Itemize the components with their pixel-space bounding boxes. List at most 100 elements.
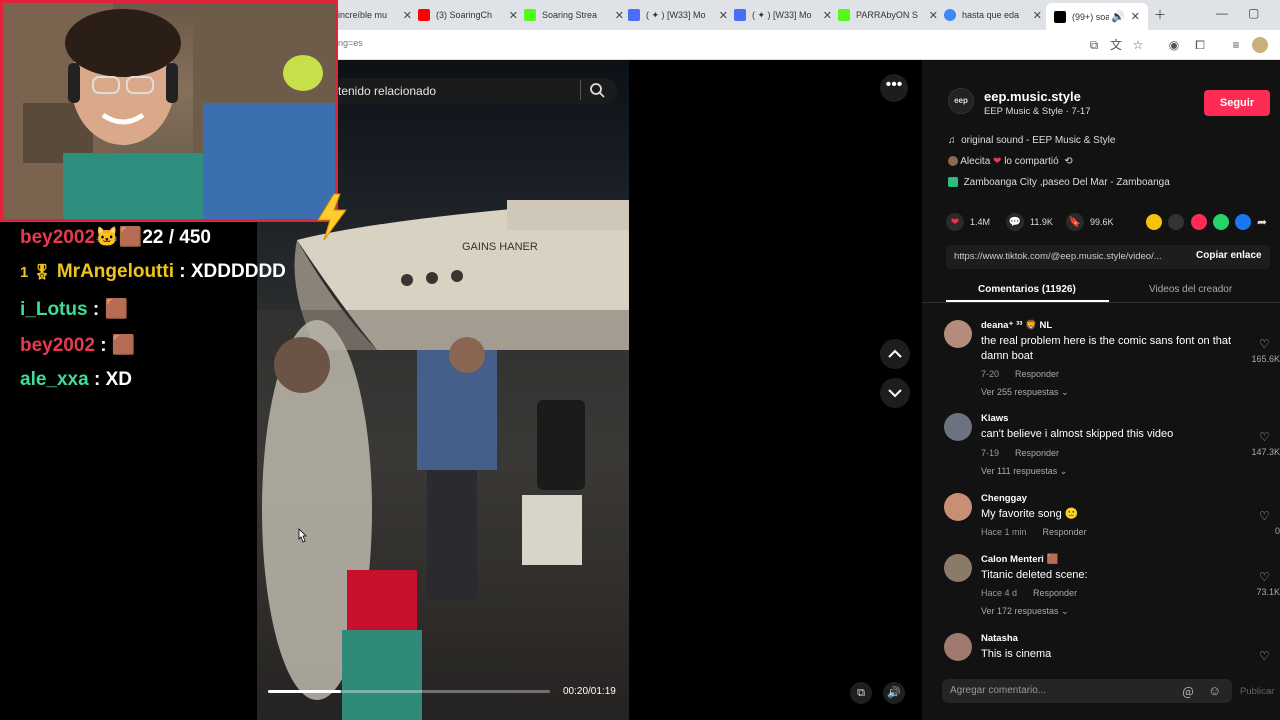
tab-creator-videos[interactable]: Videos del creador <box>1149 284 1232 295</box>
comment-count[interactable]: 💬 11.9K <box>1006 213 1053 231</box>
creator-avatar[interactable]: eep <box>948 88 974 114</box>
chat-message: i_Lotus : 🟫 <box>20 297 128 321</box>
tab-comments[interactable]: Comentarios (11926) <box>978 284 1076 295</box>
comment-like-icon[interactable]: ♡ <box>1259 509 1270 523</box>
comment-author[interactable]: Klaws <box>981 413 1008 424</box>
comment-like-icon[interactable]: ♡ <box>1259 337 1270 351</box>
search-placeholder: tenido relacionado <box>338 84 437 98</box>
avatar[interactable] <box>944 633 972 661</box>
share-arrow-icon[interactable]: ➦ <box>1257 214 1273 230</box>
reply-button[interactable]: Responder <box>1015 448 1059 458</box>
chat-text: : XDDDDDD <box>174 261 286 282</box>
emoji-icon[interactable]: ☺ <box>1208 683 1221 698</box>
comment-like-icon[interactable]: ♡ <box>1259 649 1270 663</box>
tab-favicon <box>628 9 640 21</box>
bookmark-star-icon[interactable]: ☆ <box>1130 37 1146 53</box>
browser-tab[interactable]: ( ✦ ) [W33] Mo ✕ <box>628 4 728 26</box>
avatar[interactable] <box>944 493 972 521</box>
webcam-image <box>3 3 335 219</box>
volume-button[interactable]: 🔊 <box>883 682 905 704</box>
tab-label: hasta que eda <box>962 10 1020 20</box>
search-icon[interactable] <box>589 82 605 98</box>
avatar[interactable] <box>944 413 972 441</box>
comment-meta: Hace 1 min Responder <box>981 527 1087 537</box>
close-icon[interactable]: ✕ <box>1033 9 1042 22</box>
location-line[interactable]: Zamboanga City ,paseo Del Mar - Zamboang… <box>948 177 1170 188</box>
comment-meta: 7-19 Responder <box>981 448 1059 458</box>
avatar[interactable] <box>944 320 972 348</box>
comment-meta: Hace 4 d Responder <box>981 588 1077 598</box>
shared-by-user[interactable]: Alecita <box>960 156 990 167</box>
chat-message: 1 🎖 MrAngeloutti : XDDDDDD <box>20 261 286 283</box>
browser-tab[interactable]: Soaring Strea ✕ <box>524 4 624 26</box>
close-icon[interactable]: ✕ <box>509 9 518 22</box>
comment-like-icon[interactable]: ♡ <box>1259 570 1270 584</box>
follow-button[interactable]: Seguir <box>1204 90 1270 116</box>
chat-username: bey2002 <box>20 335 96 356</box>
comment-text: My favorite song 🙁 <box>981 508 1079 520</box>
url-text[interactable]: ng=es <box>338 38 363 48</box>
browser-tab[interactable]: ( ✦ ) [W33] Mo ✕ <box>734 4 832 26</box>
browser-tab[interactable]: hasta que eda ✕ <box>944 4 1042 26</box>
view-replies-button[interactable]: Ver 111 respuestas ⌄ <box>981 466 1067 477</box>
reply-button[interactable]: Responder <box>1043 527 1087 537</box>
publish-button[interactable]: Publicar <box>1240 686 1274 697</box>
save-count[interactable]: 🔖 99.6K <box>1066 213 1114 231</box>
ship-name: GAINS HANER <box>462 241 538 253</box>
close-icon[interactable]: ✕ <box>403 9 412 22</box>
chat-message: bey2002🐱🟫22 / 450 <box>20 225 211 249</box>
comment-text: Titanic deleted scene: <box>981 569 1088 581</box>
copy-link-button[interactable]: Copiar enlace <box>1196 250 1262 261</box>
embed-icon[interactable] <box>1168 214 1184 230</box>
comment-like-icon[interactable]: ♡ <box>1259 430 1270 444</box>
puzzle-icon[interactable]: ⧠ <box>1192 37 1208 53</box>
close-icon[interactable]: ✕ <box>929 9 938 22</box>
more-options-button[interactable]: ••• <box>880 74 908 102</box>
miniplayer-button[interactable]: ⧉ <box>850 682 872 704</box>
save-count-value: 99.6K <box>1090 217 1114 227</box>
install-icon[interactable]: ⧉ <box>1086 37 1102 53</box>
video-link[interactable]: https://www.tiktok.com/@eep.music.style/… <box>954 251 1184 262</box>
minimize-icon[interactable]: — <box>1216 6 1228 20</box>
repost-icon: ⟲ <box>1064 156 1073 167</box>
sound-line[interactable]: ♫ original sound - EEP Music & Style <box>948 135 1115 146</box>
browser-tab-active[interactable]: (99+) soaringb 🔊 ✕ <box>1046 3 1148 30</box>
close-icon[interactable]: ✕ <box>1131 10 1140 23</box>
view-replies-button[interactable]: Ver 172 respuestas ⌄ <box>981 606 1069 617</box>
emoji-share-icon[interactable] <box>1146 214 1162 230</box>
creator-subtitle: EEP Music & Style · 7-17 <box>984 106 1091 117</box>
comment-author[interactable]: deana⁺ ³³ 🦁 NL <box>981 320 1052 331</box>
whatsapp-icon[interactable] <box>1213 214 1229 230</box>
new-tab-icon[interactable]: ＋ <box>1154 6 1166 23</box>
next-video-button[interactable] <box>880 378 910 408</box>
view-replies-button[interactable]: Ver 255 respuestas ⌄ <box>981 387 1069 398</box>
facebook-icon[interactable] <box>1235 214 1251 230</box>
avatar[interactable] <box>944 554 972 582</box>
close-icon[interactable]: ✕ <box>823 9 832 22</box>
profile-avatar[interactable] <box>1252 37 1268 53</box>
close-icon[interactable]: ✕ <box>719 9 728 22</box>
send-icon[interactable] <box>1191 214 1207 230</box>
creator-username[interactable]: eep.music.style <box>984 89 1081 104</box>
comment-author[interactable]: Chenggay <box>981 493 1027 504</box>
reply-button[interactable]: Responder <box>1015 369 1059 379</box>
browser-tab[interactable]: (3) SoaringCh ✕ <box>418 4 518 26</box>
video-progress-bar[interactable] <box>268 690 550 693</box>
comment-author[interactable]: Calon Menteri 🟫 <box>981 554 1058 565</box>
chat-message: ale_xxa : XD <box>20 369 132 391</box>
browser-tab[interactable]: PARRAbyON S ✕ <box>838 4 938 26</box>
translate-icon[interactable]: 文 <box>1108 37 1124 53</box>
video-timecode: 00:20/01:19 <box>563 686 616 697</box>
kick-icon <box>524 9 536 21</box>
media-control-icon[interactable]: ≡ <box>1228 37 1244 53</box>
extension-icon[interactable]: ◉ <box>1166 37 1182 53</box>
location-name: Zamboanga City ,paseo Del Mar - Zamboang… <box>963 177 1170 188</box>
comment-author[interactable]: Natasha <box>981 633 1018 644</box>
browser-tab[interactable]: increíble mu ✕ <box>338 4 412 26</box>
like-count[interactable]: ❤ 1.4M <box>946 213 990 231</box>
maximize-icon[interactable]: ▢ <box>1248 6 1259 20</box>
mention-icon[interactable]: ＠ <box>1182 684 1194 701</box>
previous-video-button[interactable] <box>880 339 910 369</box>
reply-button[interactable]: Responder <box>1033 588 1077 598</box>
close-icon[interactable]: ✕ <box>615 9 624 22</box>
